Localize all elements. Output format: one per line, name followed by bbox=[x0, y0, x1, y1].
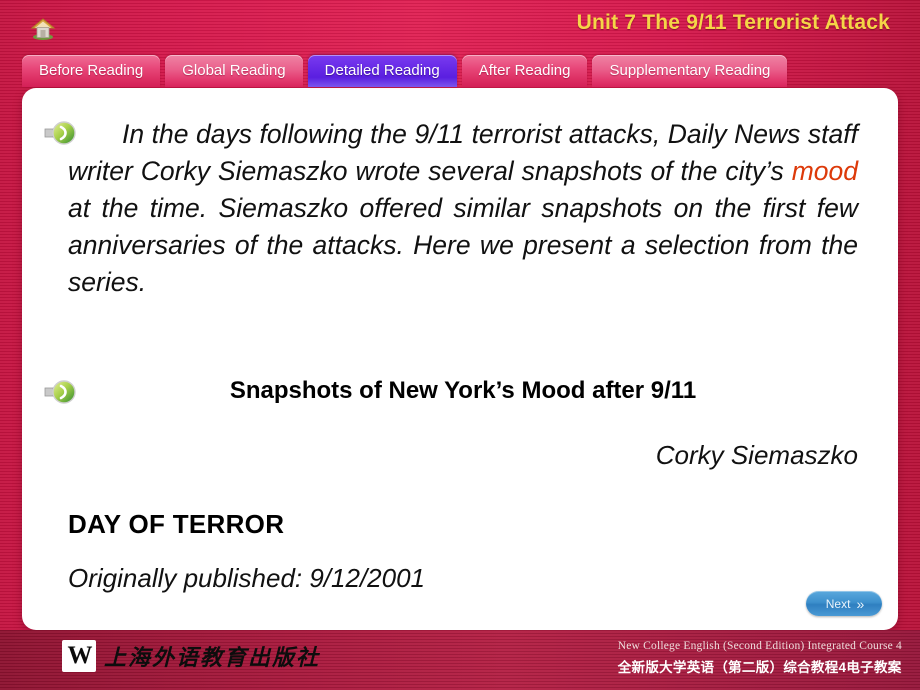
next-button[interactable]: Next » bbox=[806, 591, 882, 616]
tab-before-reading[interactable]: Before Reading bbox=[22, 55, 161, 87]
content-panel: In the days following the 9/11 terrorist… bbox=[22, 88, 898, 630]
page-title: Unit 7 The 9/11 Terrorist Attack bbox=[576, 11, 890, 34]
tab-after-reading[interactable]: After Reading bbox=[461, 55, 588, 87]
publisher-mark-icon: W bbox=[62, 640, 96, 672]
slide-footer: W 上海外语教育出版社 New College English (Second … bbox=[0, 630, 920, 690]
course-info: New College English (Second Edition) Int… bbox=[618, 640, 902, 676]
slide-header: Unit 7 The 9/11 Terrorist Attack bbox=[0, 0, 920, 50]
home-icon[interactable] bbox=[30, 17, 56, 41]
article-section-title: DAY OF TERROR bbox=[68, 509, 285, 539]
article-subheading: Snapshots of New York’s Mood after 9/11 bbox=[229, 377, 697, 404]
paragraph-text-part-1: In the days following the 9/11 terrorist… bbox=[68, 119, 858, 186]
navigation-tabs: Before Reading Global Reading Detailed R… bbox=[22, 55, 788, 87]
publisher-logo: W 上海外语教育出版社 bbox=[62, 640, 320, 672]
article-publication-date: Originally published: 9/12/2001 bbox=[68, 563, 426, 593]
presentation-slide: Unit 7 The 9/11 Terrorist Attack Before … bbox=[0, 0, 920, 690]
course-title-english: New College English (Second Edition) Int… bbox=[617, 640, 902, 652]
tab-global-reading[interactable]: Global Reading bbox=[165, 55, 303, 87]
chevron-right-icon: » bbox=[856, 595, 864, 612]
course-title-chinese: 全新版大学英语（第二版）综合教程4电子教案 bbox=[617, 660, 902, 675]
article-byline: Corky Siemaszko bbox=[655, 440, 858, 470]
publisher-name: 上海外语教育出版社 bbox=[104, 645, 321, 670]
next-button-label: Next bbox=[825, 596, 851, 611]
paragraph-text-part-2: at the time. Siemaszko offered similar s… bbox=[68, 193, 858, 297]
intro-paragraph: In the days following the 9/11 terrorist… bbox=[68, 116, 858, 301]
tab-supplementary-reading[interactable]: Supplementary Reading bbox=[592, 55, 788, 87]
tab-detailed-reading[interactable]: Detailed Reading bbox=[307, 55, 457, 87]
highlighted-word-mood: mood bbox=[791, 156, 858, 186]
